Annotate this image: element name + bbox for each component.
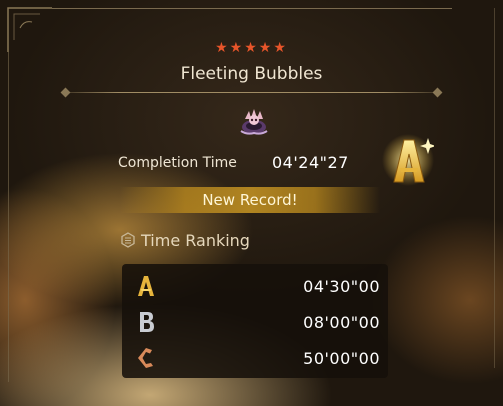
- rank-row-b: 08'00"00: [122, 304, 388, 340]
- rank-row-a: 04'30"00: [122, 268, 388, 304]
- quest-title: Fleeting Bubbles: [180, 64, 323, 84]
- rank-a-icon: [138, 276, 154, 296]
- completion-time-value: 04'24"27: [272, 153, 349, 172]
- rank-c-icon: [138, 348, 153, 368]
- divider-ornament-left: [60, 87, 71, 98]
- rank-row-c: 50'00"00: [122, 340, 388, 376]
- rank-a-badge-icon: [382, 134, 434, 186]
- rank-a-time: 04'30"00: [303, 277, 380, 296]
- ranking-table: 04'30"00 08'00"00 50'00"00: [122, 264, 388, 378]
- ranking-hex-icon: [121, 232, 135, 248]
- new-record-text: New Record!: [202, 191, 298, 209]
- frame-left-line: [8, 52, 9, 382]
- rank-b-time: 08'00"00: [303, 313, 380, 332]
- rank-c-time: 50'00"00: [303, 349, 380, 368]
- difficulty-stars: ★★★★★: [215, 40, 288, 56]
- frame-right-line: [494, 8, 495, 368]
- divider-ornament-right: [432, 87, 443, 98]
- title-divider: [62, 92, 440, 93]
- quest-result-panel: ★★★★★ Fleeting Bubbles Completion Time 0…: [0, 0, 503, 406]
- time-ranking-label: Time Ranking: [141, 231, 250, 250]
- frame-top-line: [52, 8, 452, 9]
- completion-time-label: Completion Time: [118, 155, 237, 171]
- rank-b-icon: [140, 312, 154, 332]
- monster-icon: [240, 109, 268, 135]
- time-ranking-header: Time Ranking: [120, 231, 250, 250]
